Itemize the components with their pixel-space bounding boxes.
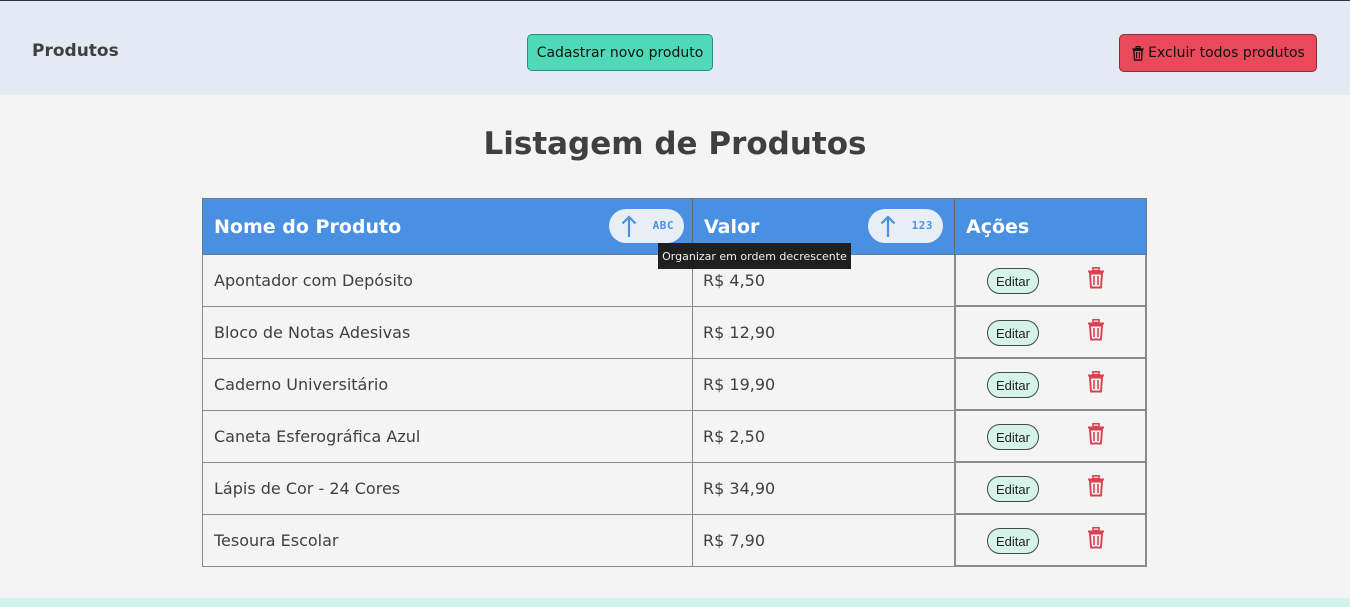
product-value-cell: R$ 2,50 <box>692 411 955 463</box>
delete-all-products-button[interactable]: Excluir todos produtos <box>1119 34 1317 72</box>
column-label-actions: Ações <box>966 216 1030 238</box>
product-name-cell: Caderno Universitário <box>202 359 693 411</box>
footer-strip <box>0 598 1350 607</box>
product-name-cell: Caneta Esferográfica Azul <box>202 411 693 463</box>
trash-icon[interactable] <box>1087 423 1105 445</box>
actions-cell: Editar <box>954 255 1147 307</box>
product-name: Caderno Universitário <box>214 375 389 394</box>
table-row: Tesoura Escolar R$ 7,90 Editar <box>202 515 1147 567</box>
product-name: Apontador com Depósito <box>214 271 413 290</box>
actions-cell: Editar <box>954 307 1147 359</box>
product-value-cell: R$ 12,90 <box>692 307 955 359</box>
sort-abc-label: ABC <box>652 219 674 232</box>
sort-by-value-button[interactable]: 123 <box>868 209 943 243</box>
table-row: Caderno Universitário R$ 19,90 Editar <box>202 359 1147 411</box>
product-name-cell: Bloco de Notas Adesivas <box>202 307 693 359</box>
product-value: R$ 7,90 <box>703 531 766 550</box>
table-row: Caneta Esferográfica Azul R$ 2,50 Editar <box>202 411 1147 463</box>
product-name: Bloco de Notas Adesivas <box>214 323 411 342</box>
sort-tooltip: Organizar em ordem decrescente <box>658 243 851 269</box>
product-value-cell: R$ 19,90 <box>692 359 955 411</box>
column-header-actions: Ações <box>955 199 1147 255</box>
trash-icon[interactable] <box>1087 267 1105 289</box>
top-navbar: Produtos Cadastrar novo produto Excluir … <box>0 1 1350 95</box>
page-title: Listagem de Produtos <box>483 126 867 162</box>
table-row: Bloco de Notas Adesivas R$ 12,90 Editar <box>202 307 1147 359</box>
product-value: R$ 34,90 <box>703 479 776 498</box>
new-product-button[interactable]: Cadastrar novo produto <box>527 34 713 71</box>
sort-by-name-button[interactable]: ABC <box>609 209 684 243</box>
product-value-cell: R$ 7,90 <box>692 515 955 567</box>
trash-icon[interactable] <box>1087 527 1105 549</box>
arrow-up-icon <box>880 215 896 237</box>
product-name: Tesoura Escolar <box>214 531 339 550</box>
product-value: R$ 12,90 <box>703 323 776 342</box>
actions-cell: Editar <box>954 359 1147 411</box>
trash-icon[interactable] <box>1087 371 1105 393</box>
actions-cell: Editar <box>954 515 1147 567</box>
edit-button[interactable]: Editar <box>987 528 1039 554</box>
edit-button[interactable]: Editar <box>987 476 1039 502</box>
product-name-cell: Lápis de Cor - 24 Cores <box>202 463 693 515</box>
product-name-cell: Tesoura Escolar <box>202 515 693 567</box>
trash-icon[interactable] <box>1087 475 1105 497</box>
trash-icon[interactable] <box>1087 319 1105 341</box>
actions-cell: Editar <box>954 463 1147 515</box>
delete-all-label: Excluir todos produtos <box>1148 45 1305 61</box>
brand-title[interactable]: Produtos <box>32 41 119 61</box>
edit-button[interactable]: Editar <box>987 424 1039 450</box>
arrow-up-icon <box>621 215 637 237</box>
product-name: Lápis de Cor - 24 Cores <box>214 479 401 498</box>
product-value: R$ 4,50 <box>703 271 766 290</box>
product-name-cell: Apontador com Depósito <box>202 255 693 307</box>
column-label-name: Nome do Produto <box>214 216 402 238</box>
sort-123-label: 123 <box>911 219 933 232</box>
product-value-cell: R$ 34,90 <box>692 463 955 515</box>
trash-icon <box>1132 45 1144 61</box>
edit-button[interactable]: Editar <box>987 268 1039 294</box>
edit-button[interactable]: Editar <box>987 320 1039 346</box>
product-name: Caneta Esferográfica Azul <box>214 427 421 446</box>
actions-cell: Editar <box>954 411 1147 463</box>
column-label-value: Valor <box>704 216 760 238</box>
edit-button[interactable]: Editar <box>987 372 1039 398</box>
product-value: R$ 19,90 <box>703 375 776 394</box>
table-row: Lápis de Cor - 24 Cores R$ 34,90 Editar <box>202 463 1147 515</box>
product-value: R$ 2,50 <box>703 427 766 446</box>
